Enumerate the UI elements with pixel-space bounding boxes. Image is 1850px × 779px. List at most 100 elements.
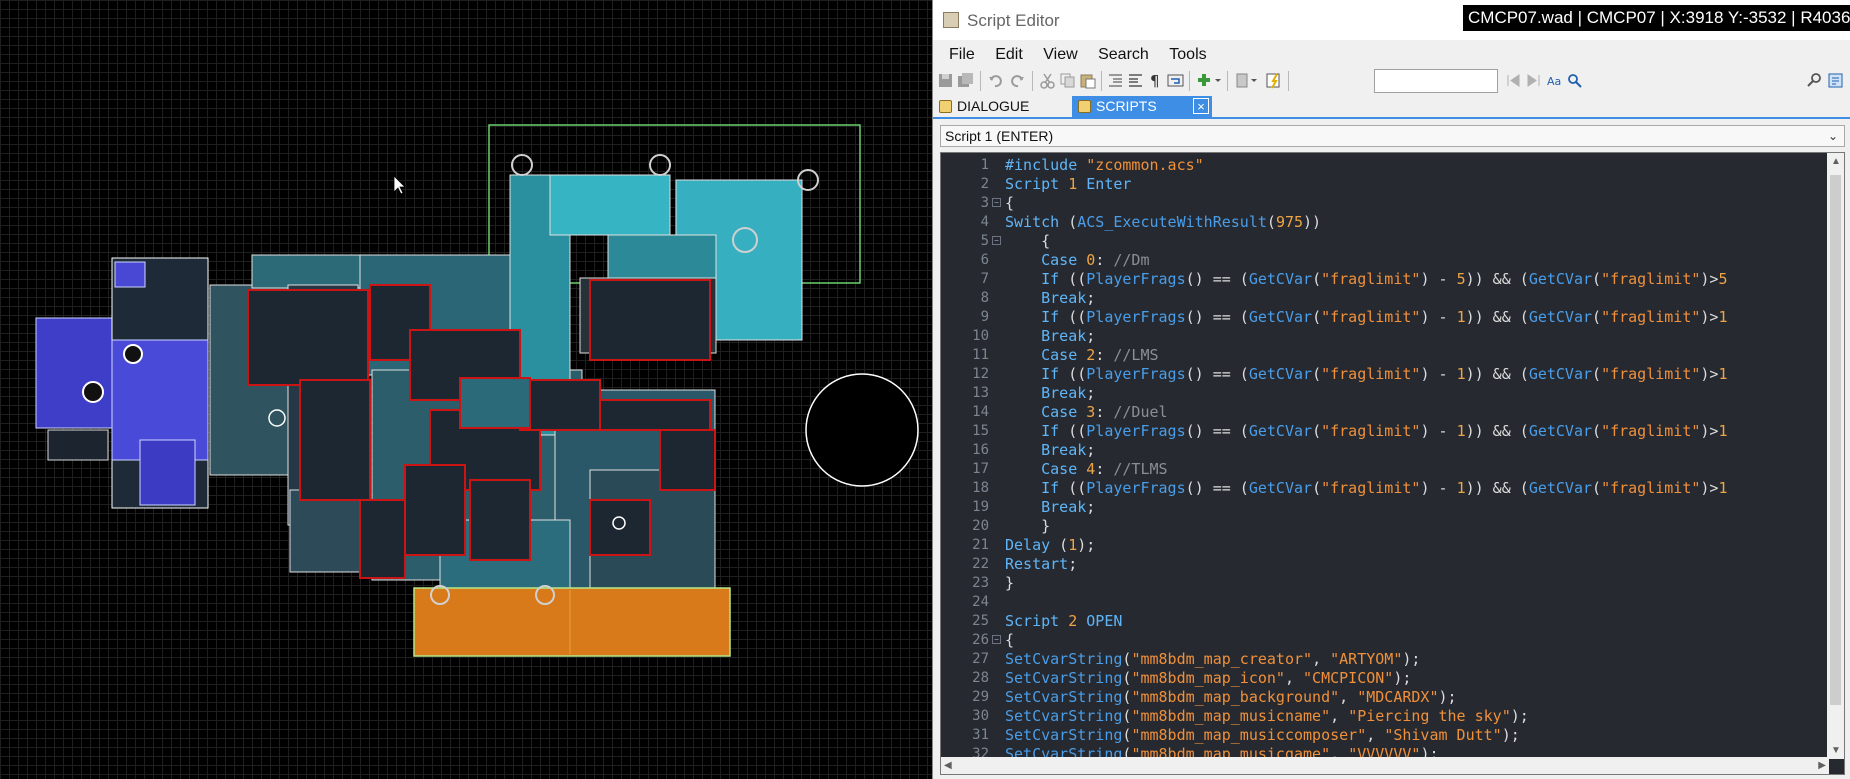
toolbar: ¶ Aa	[933, 69, 1850, 93]
code-text: SetCvarString("mm8bdm_map_musiccomposer"…	[1005, 726, 1520, 744]
code-text: Script 2 OPEN	[1005, 612, 1123, 630]
compile-dropdown-icon[interactable]	[1235, 72, 1261, 89]
code-line[interactable]: 21 Delay (1);	[941, 536, 1811, 555]
code-line[interactable]: 24	[941, 593, 1811, 612]
line-number: 8	[980, 290, 989, 306]
code-line[interactable]: 27 SetCvarString("mm8bdm_map_creator", "A…	[941, 650, 1811, 669]
indent-icon[interactable]	[1127, 72, 1144, 89]
code-line[interactable]: 4 Switch (ACS_ExecuteWithResult(975))	[941, 213, 1811, 232]
code-line[interactable]: 25 Script 2 OPEN	[941, 612, 1811, 631]
code-text: If ((PlayerFrags() == (GetCVar("fraglimi…	[1041, 308, 1728, 326]
scroll-down-icon[interactable]: ▼	[1831, 745, 1841, 756]
menu-search[interactable]: Search	[1082, 43, 1149, 67]
search-icon[interactable]	[1806, 72, 1823, 89]
replace-icon[interactable]	[1566, 72, 1583, 89]
outdent-icon[interactable]	[1107, 72, 1124, 89]
tab-scripts[interactable]: SCRIPTS ×	[1072, 96, 1212, 117]
vertical-scrollbar[interactable]: ▲ ▼	[1827, 153, 1844, 759]
menu-tools[interactable]: Tools	[1153, 43, 1206, 67]
menu-bar: File Edit View Search Tools	[933, 43, 1207, 67]
wrap-icon[interactable]	[1167, 72, 1184, 89]
whitespace-icon[interactable]: ¶	[1147, 72, 1164, 89]
editor-title: Script Editor	[967, 11, 1060, 30]
code-line[interactable]: 18 If ((PlayerFrags() == (GetCVar("fragl…	[941, 479, 1811, 498]
menu-view[interactable]: View	[1027, 43, 1077, 67]
find-next-icon[interactable]	[1525, 72, 1542, 89]
script-selector[interactable]: Script 1 (ENTER) ⌄	[940, 125, 1845, 147]
compile-icon[interactable]	[1265, 72, 1282, 89]
code-line[interactable]: 23}	[941, 574, 1811, 593]
script-settings-icon[interactable]	[1827, 72, 1844, 89]
snippets-icon[interactable]	[1196, 72, 1222, 89]
quick-search-input[interactable]	[1374, 69, 1498, 93]
code-line[interactable]: 19 Break;	[941, 498, 1811, 517]
code-text: If ((PlayerFrags() == (GetCVar("fraglimi…	[1041, 422, 1728, 440]
fold-toggle-icon[interactable]: −	[992, 236, 1001, 245]
code-line[interactable]: 30 SetCvarString("mm8bdm_map_musicname", …	[941, 707, 1811, 726]
svg-text:Aa: Aa	[1547, 75, 1561, 88]
chevron-down-icon: ⌄	[1827, 129, 1838, 143]
line-number: 26	[972, 632, 989, 648]
code-line[interactable]: 10 Break;	[941, 327, 1811, 346]
line-number: 13	[972, 385, 989, 401]
save-all-icon[interactable]	[957, 72, 974, 89]
code-line[interactable]: 26−{	[941, 631, 1811, 650]
code-text: {	[1005, 194, 1015, 212]
code-line[interactable]: 13 Break;	[941, 384, 1811, 403]
scroll-up-icon[interactable]: ▲	[1831, 156, 1841, 167]
code-line[interactable]: 5− {	[941, 232, 1811, 251]
code-line[interactable]: 29 SetCvarString("mm8bdm_map_background",…	[941, 688, 1811, 707]
code-line[interactable]: 11 Case 2: //LMS	[941, 346, 1811, 365]
code-text: Case 4: //TLMS	[1041, 460, 1168, 478]
undo-icon[interactable]	[987, 72, 1004, 89]
code-line[interactable]: 3−{	[941, 194, 1811, 213]
copy-icon[interactable]	[1059, 72, 1076, 89]
code-line[interactable]: 1 #include "zcommon.acs"	[941, 156, 1811, 175]
line-number: 7	[980, 271, 989, 287]
script-editor-window: Script Editor File Edit View Search Tool…	[932, 0, 1850, 779]
cut-icon[interactable]	[1039, 72, 1056, 89]
tab-dialogue[interactable]: DIALOGUE	[933, 96, 1073, 117]
code-line[interactable]: 6 Case 0: //Dm	[941, 251, 1811, 270]
save-icon[interactable]	[937, 72, 954, 89]
map-view[interactable]	[0, 0, 932, 779]
code-line[interactable]: 14 Case 3: //Duel	[941, 403, 1811, 422]
script-selector-value: Script 1 (ENTER)	[945, 128, 1054, 144]
code-line[interactable]: 22 Restart;	[941, 555, 1811, 574]
line-number: 3	[980, 195, 989, 211]
code-text: Break;	[1041, 289, 1096, 307]
scroll-left-icon[interactable]: ◀	[944, 760, 952, 771]
code-line[interactable]: 2 Script 1 Enter	[941, 175, 1811, 194]
code-line[interactable]: 9 If ((PlayerFrags() == (GetCVar("fragli…	[941, 308, 1811, 327]
editor-tabs: DIALOGUE SCRIPTS ×	[933, 96, 1850, 119]
redo-icon[interactable]	[1009, 72, 1026, 89]
code-text: If ((PlayerFrags() == (GetCVar("fraglimi…	[1041, 479, 1728, 497]
code-line[interactable]: 28 SetCvarString("mm8bdm_map_icon", "CMCP…	[941, 669, 1811, 688]
code-editor[interactable]: 1 #include "zcommon.acs" 2 Script 1 Enter 3−…	[940, 152, 1845, 775]
vertical-scroll-thumb[interactable]	[1830, 175, 1841, 705]
code-text: {	[1005, 631, 1015, 649]
code-line[interactable]: 12 If ((PlayerFrags() == (GetCVar("fragl…	[941, 365, 1811, 384]
code-line[interactable]: 15 If ((PlayerFrags() == (GetCVar("fragl…	[941, 422, 1811, 441]
match-case-icon[interactable]: Aa	[1546, 72, 1563, 89]
code-text: Break;	[1041, 327, 1096, 345]
horizontal-scrollbar[interactable]: ◀ ▶	[941, 757, 1829, 774]
line-number: 10	[972, 328, 989, 344]
code-line[interactable]: 31 SetCvarString("mm8bdm_map_musiccompose…	[941, 726, 1811, 745]
code-line[interactable]: 8 Break;	[941, 289, 1811, 308]
menu-file[interactable]: File	[933, 43, 975, 67]
fold-toggle-icon[interactable]: −	[992, 198, 1001, 207]
code-line[interactable]: 16 Break;	[941, 441, 1811, 460]
code-line[interactable]: 17 Case 4: //TLMS	[941, 460, 1811, 479]
map-geometry	[35, 124, 919, 657]
line-number: 25	[972, 613, 989, 629]
line-number: 21	[972, 537, 989, 553]
find-previous-icon[interactable]	[1505, 72, 1522, 89]
fold-toggle-icon[interactable]: −	[992, 635, 1001, 644]
code-line[interactable]: 20 }	[941, 517, 1811, 536]
menu-edit[interactable]: Edit	[979, 43, 1023, 67]
close-tab-button[interactable]: ×	[1193, 98, 1209, 114]
code-line[interactable]: 7 If ((PlayerFrags() == (GetCVar("fragli…	[941, 270, 1811, 289]
paste-icon[interactable]	[1079, 72, 1096, 89]
scroll-right-icon[interactable]: ▶	[1818, 760, 1826, 771]
